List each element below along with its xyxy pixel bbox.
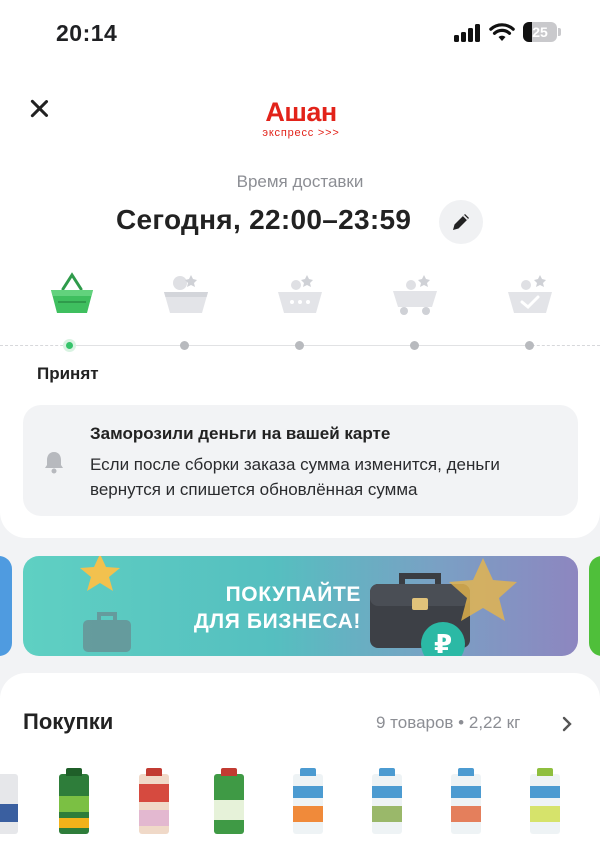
basket-items-icon bbox=[164, 275, 208, 313]
battery-level: 25 bbox=[532, 24, 548, 40]
delivery-time: Сегодня, 22:00–23:59 bbox=[116, 204, 412, 235]
business-promo-banner[interactable]: ПОКУПАЙТЕ ДЛЯ БИЗНЕСА! ₽ bbox=[23, 556, 578, 656]
current-step-label: Принят bbox=[37, 364, 99, 383]
pencil-icon bbox=[453, 214, 469, 230]
star-icon bbox=[449, 558, 517, 621]
wifi-icon bbox=[489, 23, 515, 41]
order-progress: Принят bbox=[0, 269, 600, 389]
product-thumbnail[interactable] bbox=[0, 774, 18, 834]
product-thumbnail[interactable] bbox=[530, 768, 560, 834]
chevron-right-icon[interactable] bbox=[560, 715, 574, 733]
bell-icon bbox=[45, 452, 63, 474]
previous-banner[interactable] bbox=[0, 556, 12, 656]
order-status-card: Ашан экспресс >>> Время доставки Сегодня… bbox=[0, 64, 600, 538]
basket-check-icon bbox=[508, 275, 552, 313]
cellular-signal-icon bbox=[454, 24, 482, 42]
product-thumbnail[interactable] bbox=[59, 768, 89, 834]
step-dot-4 bbox=[410, 341, 419, 350]
purchases-title: Покупки bbox=[23, 709, 114, 734]
edit-delivery-button[interactable] bbox=[439, 200, 483, 244]
purchases-summary: 9 товаров • 2,22 кг bbox=[376, 713, 521, 732]
auchan-express-logo: Ашан экспресс >>> bbox=[246, 98, 356, 144]
step-dot-3 bbox=[295, 341, 304, 350]
delivery-cart-icon bbox=[393, 275, 437, 315]
step-dot-2 bbox=[180, 341, 189, 350]
logo-brand-name: Ашан bbox=[265, 97, 337, 127]
purchases-section[interactable]: Покупки 9 товаров • 2,22 кг bbox=[0, 673, 600, 857]
step-dot-accepted bbox=[63, 339, 76, 352]
product-thumbnail[interactable] bbox=[372, 768, 402, 834]
basket-icon bbox=[51, 272, 93, 313]
close-button[interactable] bbox=[24, 94, 54, 124]
status-bar: 20:14 25 bbox=[0, 0, 600, 64]
notice-text: Если после сборки заказа сумма изменится… bbox=[90, 455, 500, 499]
basket-pack-icon bbox=[278, 275, 322, 313]
banner-text: ПОКУПАЙТЕ ДЛЯ БИЗНЕСА! bbox=[131, 581, 361, 635]
briefcase-icon bbox=[83, 612, 131, 652]
notice-title: Заморозили деньги на вашей карте bbox=[90, 424, 391, 443]
step-dot-5 bbox=[525, 341, 534, 350]
delivery-label: Время доставки bbox=[236, 172, 364, 191]
banner-line-2: ДЛЯ БИЗНЕСА! bbox=[193, 610, 361, 633]
battery-icon: 25 bbox=[523, 22, 561, 42]
logo-subtitle: экспресс >>> bbox=[262, 127, 340, 139]
product-thumbnail[interactable] bbox=[293, 768, 323, 834]
banner-line-1: ПОКУПАЙТЕ bbox=[225, 583, 361, 606]
star-icon bbox=[80, 556, 120, 591]
product-thumbnail[interactable] bbox=[139, 768, 169, 834]
product-thumbnail[interactable] bbox=[451, 768, 481, 834]
next-banner[interactable] bbox=[589, 556, 600, 656]
status-time: 20:14 bbox=[56, 20, 118, 46]
card-hold-notice: Заморозили деньги на вашей карте Если по… bbox=[23, 405, 578, 516]
product-thumbnail[interactable] bbox=[214, 768, 244, 834]
